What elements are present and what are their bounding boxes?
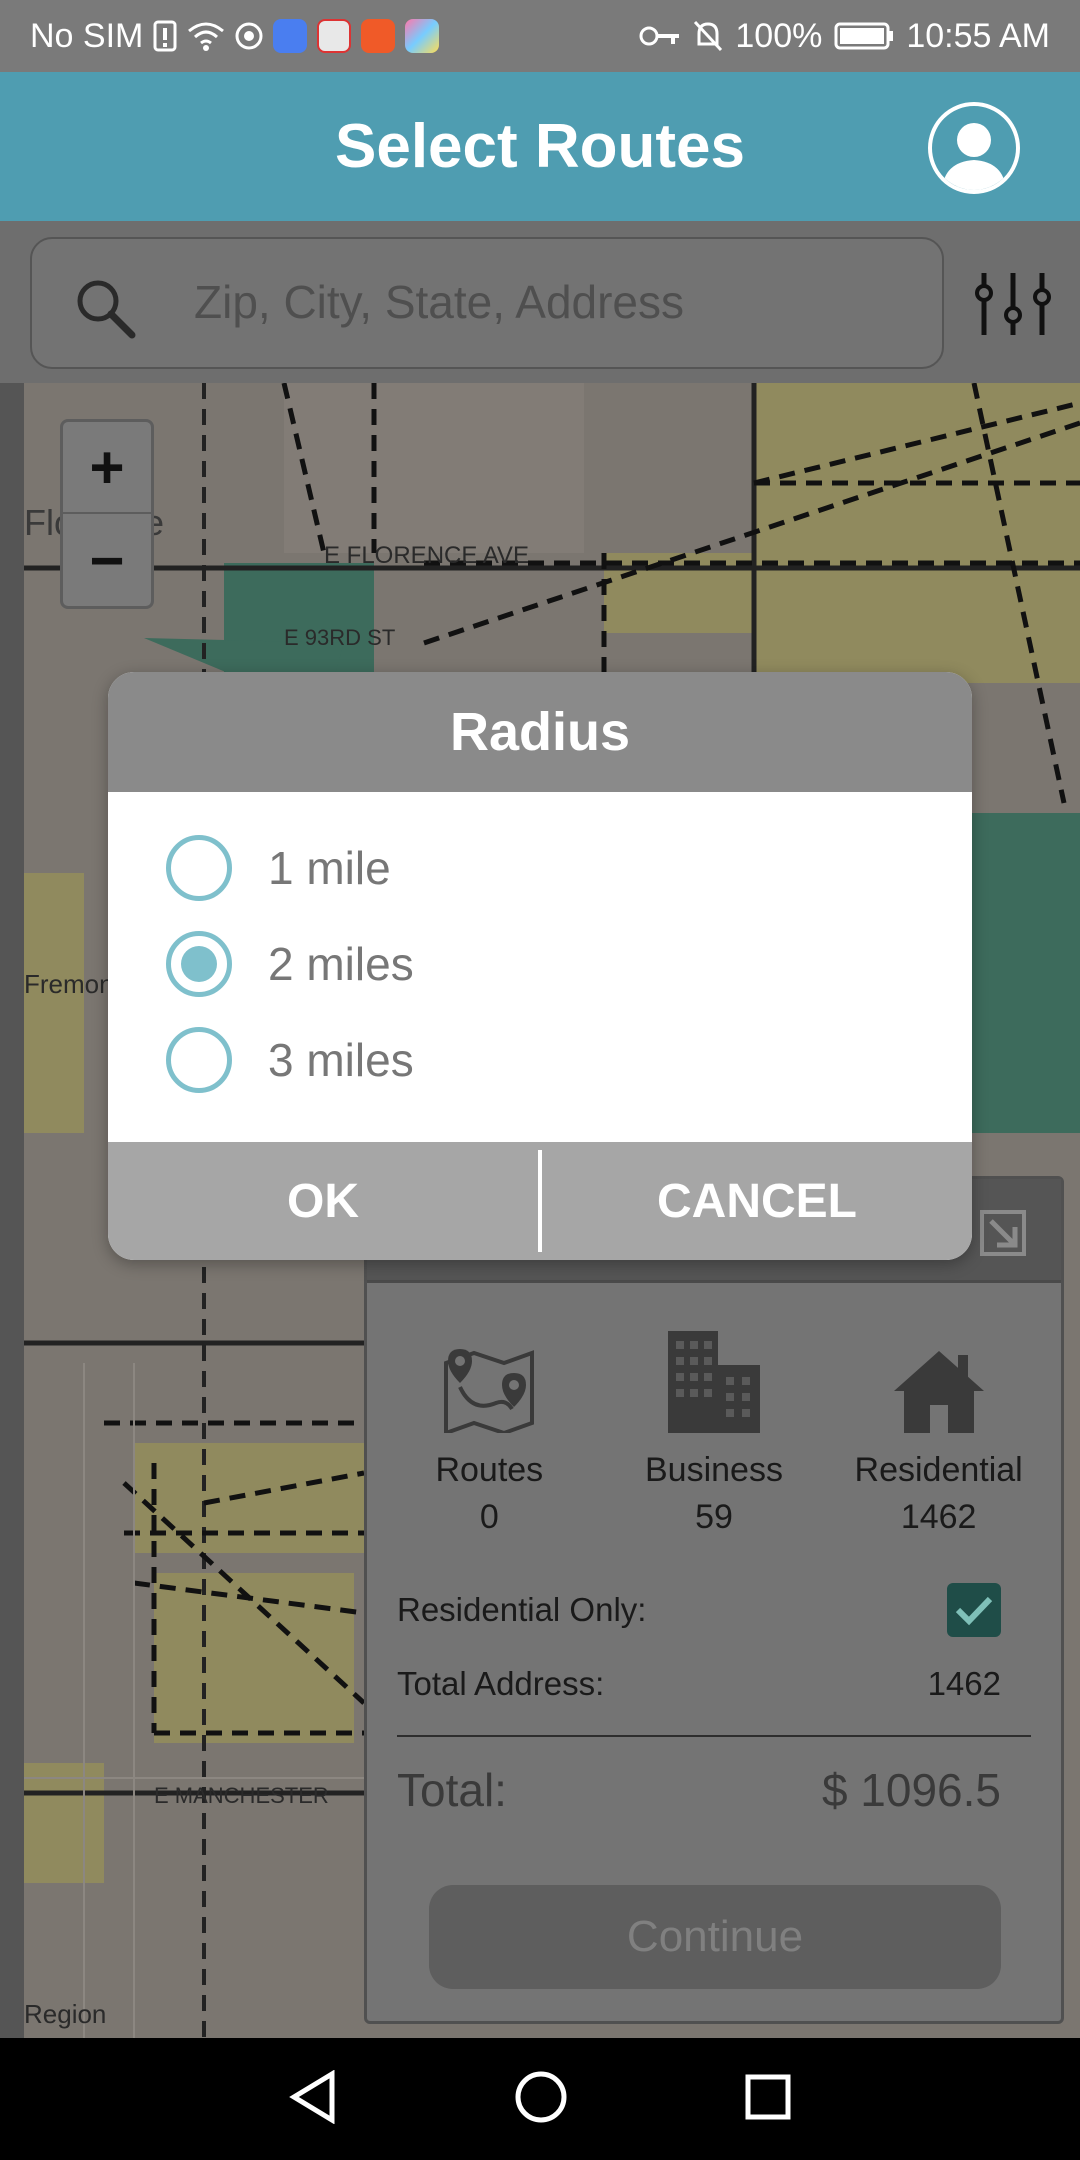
ok-button[interactable]: OK bbox=[108, 1142, 538, 1260]
stat-label: Routes bbox=[435, 1451, 544, 1489]
total-label: Total: bbox=[397, 1764, 507, 1816]
stat-routes: Routes 0 bbox=[384, 1323, 594, 1537]
divider bbox=[397, 1735, 1031, 1737]
status-bar: No SIM 100% 10:55 AM bbox=[0, 0, 1080, 72]
dialog-actions: OK CANCEL bbox=[108, 1142, 972, 1260]
street-label: E 93RD ST bbox=[284, 625, 395, 650]
profile-avatar-button[interactable] bbox=[928, 102, 1020, 194]
user-icon bbox=[942, 123, 1006, 190]
clock-time: 10:55 AM bbox=[906, 16, 1050, 55]
radio-button-selected[interactable] bbox=[166, 931, 232, 997]
home-circle-icon bbox=[515, 2071, 567, 2122]
carrier-text: No SIM bbox=[30, 16, 144, 55]
home-button[interactable] bbox=[514, 2070, 568, 2129]
zoom-in-button[interactable]: + bbox=[63, 422, 151, 514]
residential-only-row: Residential Only: bbox=[397, 1583, 1001, 1637]
stat-value: 1462 bbox=[900, 1498, 977, 1536]
back-button[interactable] bbox=[288, 2069, 338, 2129]
radio-button[interactable] bbox=[166, 1027, 232, 1093]
radio-label: 1 mile bbox=[268, 842, 391, 894]
total-address-value: 1462 bbox=[927, 1665, 1001, 1702]
residential-only-checkbox[interactable] bbox=[947, 1583, 1001, 1637]
total-address-row: Total Address: 1462 bbox=[397, 1665, 1001, 1703]
radius-option-1-mile[interactable]: 1 mile bbox=[108, 820, 972, 916]
radio-label: 2 miles bbox=[268, 938, 414, 990]
radio-button[interactable] bbox=[166, 835, 232, 901]
sim-alert-icon bbox=[153, 20, 177, 52]
settings-gear-icon bbox=[235, 22, 263, 50]
continue-button[interactable]: Continue bbox=[429, 1885, 1001, 1989]
house-icon bbox=[893, 1351, 984, 1433]
cancel-button[interactable]: CANCEL bbox=[542, 1142, 972, 1260]
stat-residential: Residential 1462 bbox=[834, 1323, 1044, 1537]
stat-value: 0 bbox=[479, 1498, 499, 1536]
residential-only-label: Residential Only: bbox=[397, 1591, 647, 1628]
radius-dialog: Radius 1 mile 2 miles 3 miles OK CANCEL bbox=[108, 672, 972, 1260]
radius-options: 1 mile 2 miles 3 miles bbox=[108, 792, 972, 1142]
zoom-out-button[interactable]: − bbox=[63, 514, 151, 606]
street-label: E FLORENCE AVE bbox=[324, 542, 529, 569]
key-icon bbox=[639, 24, 681, 48]
sliders-icon bbox=[975, 273, 1051, 335]
search-bar-row: Zip, City, State, Address bbox=[0, 221, 1080, 383]
back-triangle-icon bbox=[289, 2069, 335, 2124]
search-input[interactable]: Zip, City, State, Address bbox=[30, 237, 944, 369]
recents-square-icon bbox=[745, 2074, 791, 2119]
place-label: Region bbox=[24, 1999, 106, 2029]
collapse-panel-button[interactable] bbox=[979, 1209, 1027, 1262]
stat-value: 59 bbox=[695, 1498, 733, 1536]
map-pin-icon bbox=[444, 1349, 535, 1433]
mute-bell-icon bbox=[693, 20, 723, 52]
total-row: Total: $ 1096.5 bbox=[397, 1763, 1001, 1817]
page-title: Select Routes bbox=[334, 112, 746, 181]
total-address-label: Total Address: bbox=[397, 1665, 605, 1702]
route-summary-panel: Routes 0 Business 59 Residential 1462 Re… bbox=[364, 1176, 1064, 2024]
app-notification-icon bbox=[317, 19, 352, 53]
checkmark-icon bbox=[955, 1596, 993, 1626]
recents-button[interactable] bbox=[744, 2073, 792, 2126]
radius-option-2-miles[interactable]: 2 miles bbox=[108, 916, 972, 1012]
search-placeholder: Zip, City, State, Address bbox=[194, 276, 685, 328]
dialog-title: Radius bbox=[108, 672, 972, 792]
street-label: E MANCHESTER bbox=[154, 1783, 329, 1808]
video-app-icon bbox=[361, 19, 396, 53]
stat-business: Business 59 bbox=[609, 1323, 819, 1537]
stat-label: Residential bbox=[854, 1451, 1023, 1489]
system-nav-bar bbox=[0, 2038, 1080, 2160]
filter-sliders-button[interactable] bbox=[974, 271, 1052, 342]
radio-label: 3 miles bbox=[268, 1034, 414, 1086]
total-value: $ 1096.5 bbox=[821, 1764, 1001, 1816]
zoom-control: + − bbox=[60, 419, 154, 609]
search-icon bbox=[72, 275, 138, 346]
collapse-arrow-icon bbox=[980, 1210, 1026, 1256]
stats-row: Routes 0 Business 59 Residential 1462 bbox=[367, 1323, 1061, 1537]
radius-option-3-miles[interactable]: 3 miles bbox=[108, 1012, 972, 1108]
battery-icon bbox=[834, 22, 894, 50]
building-icon bbox=[667, 1331, 760, 1433]
radio-dot bbox=[181, 946, 217, 982]
stat-label: Business bbox=[645, 1451, 783, 1489]
app-header: Select Routes bbox=[0, 72, 1080, 221]
wifi-icon bbox=[187, 21, 225, 51]
photos-app-icon bbox=[405, 19, 440, 53]
battery-percent: 100% bbox=[735, 16, 823, 55]
music-app-icon bbox=[273, 19, 308, 53]
